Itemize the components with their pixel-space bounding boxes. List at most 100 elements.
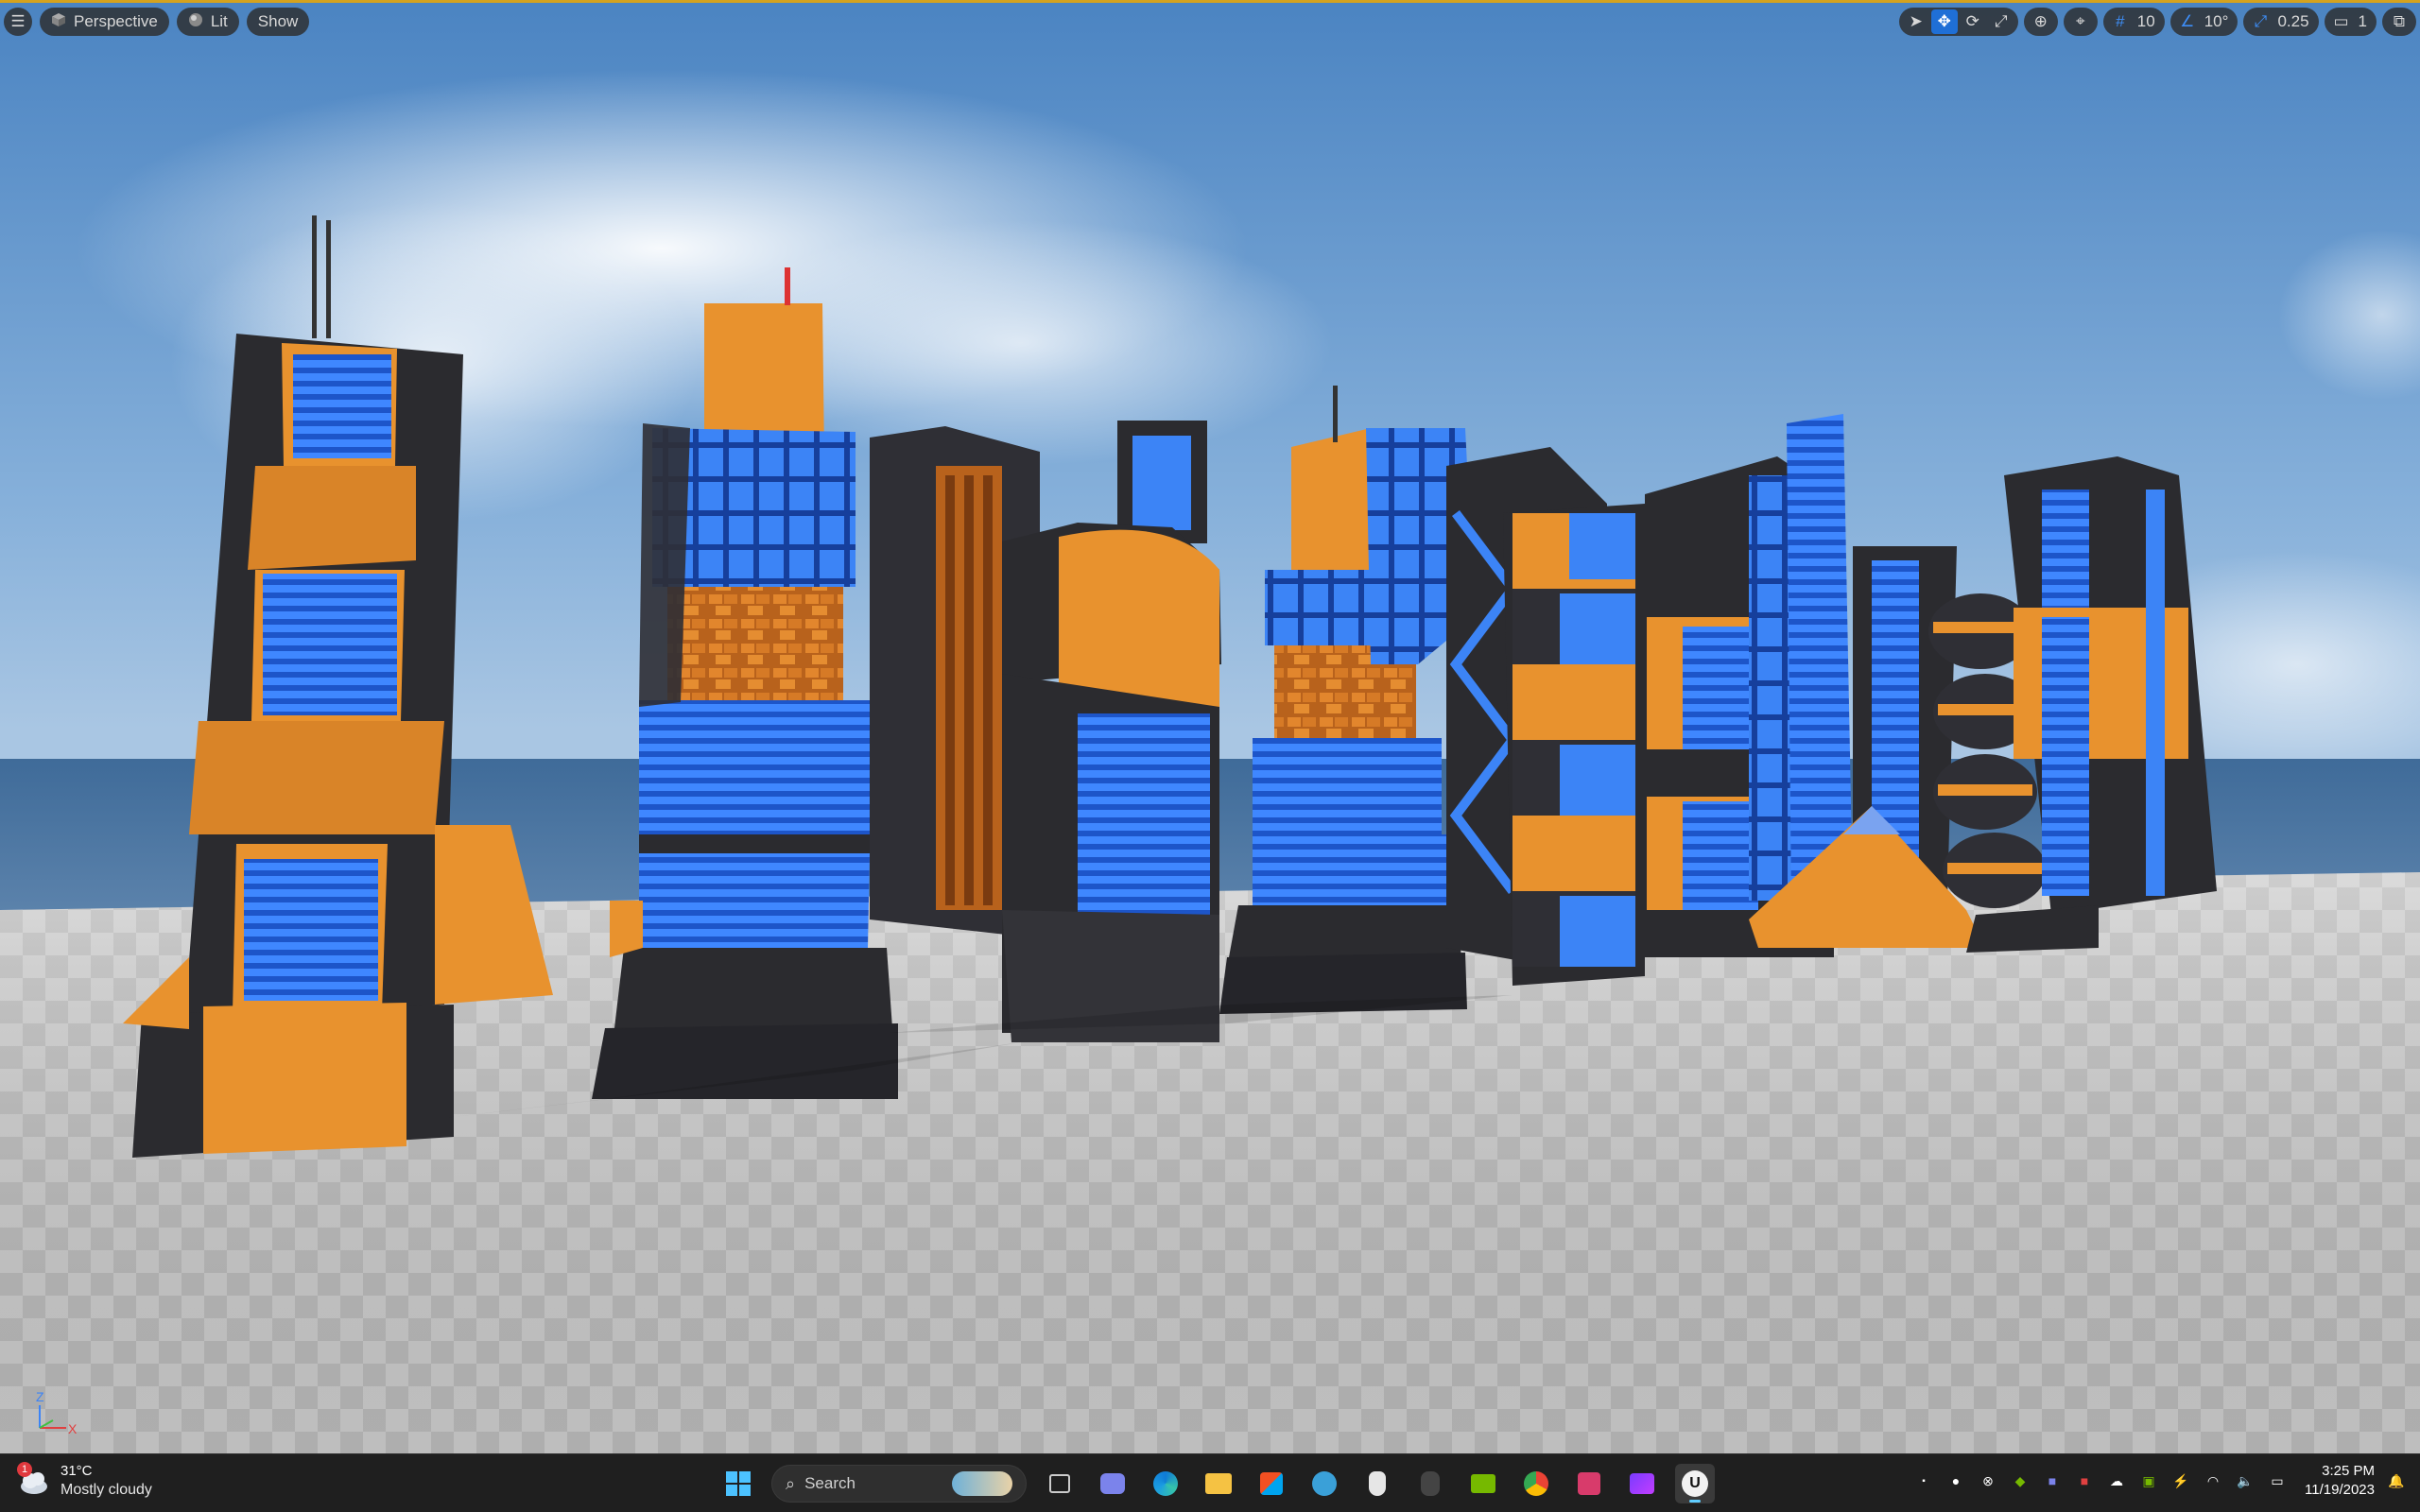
translate-tool-button[interactable]: ✥ [1930, 9, 1958, 34]
camera-speed-button[interactable]: ▭ [2328, 9, 2355, 34]
axis-z-label: Z [36, 1389, 44, 1404]
alienware-button[interactable] [1357, 1464, 1397, 1503]
store-button[interactable] [1252, 1464, 1291, 1503]
unreal-engine-button[interactable]: U [1675, 1464, 1715, 1503]
rotation-snap-group[interactable]: ∠ 10° [2169, 8, 2238, 36]
camera-icon: ▭ [2333, 12, 2349, 30]
maximize-viewport-button[interactable]: ⧉ [2386, 9, 2412, 34]
rotation-snap-value[interactable]: 10° [2203, 12, 2235, 31]
viewport-menu-button[interactable]: ☰ [4, 8, 32, 36]
app-tray-button[interactable] [1305, 1464, 1344, 1503]
transform-tools: ➤ ✥ ⟳ ⤢ [1898, 8, 2018, 36]
security-tray-icon[interactable]: ■ [2074, 1470, 2095, 1491]
alien-icon [1369, 1471, 1386, 1496]
edge-button[interactable] [1146, 1464, 1185, 1503]
show-label: Show [257, 12, 299, 30]
globe-app-icon [1312, 1471, 1337, 1496]
move-icon: ✥ [1937, 12, 1951, 30]
search-placeholder: Search [804, 1474, 856, 1492]
search-icon: ⌕ [786, 1473, 796, 1493]
world-space-button[interactable]: ⊕ [2028, 9, 2054, 34]
task-view-icon [1049, 1474, 1070, 1493]
folder-icon [1205, 1473, 1232, 1494]
windows-logo-icon [726, 1471, 751, 1496]
angle-icon: ∠ [2180, 12, 2195, 30]
edge-icon [1153, 1471, 1178, 1496]
wifi-icon[interactable]: ◠ [2203, 1470, 2223, 1491]
network-tray-icon[interactable]: ⚡ [2170, 1470, 2191, 1491]
surface-snap-button[interactable]: ⌖ [2067, 9, 2094, 34]
onedrive-tray-icon[interactable]: ☁ [2106, 1470, 2127, 1491]
lit-button[interactable]: Lit [176, 8, 239, 36]
file-explorer-button[interactable] [1199, 1464, 1238, 1503]
cloud-tray-icon[interactable]: ● [1945, 1470, 1966, 1491]
axis-x-label: X [68, 1421, 78, 1436]
cursor-icon: ➤ [1909, 12, 1923, 30]
camera-speed-group[interactable]: ▭ 1 [2324, 8, 2377, 36]
scale-tool-button[interactable]: ⤢ [1988, 9, 2014, 34]
start-button[interactable] [718, 1464, 758, 1503]
chrome-button[interactable] [1516, 1464, 1556, 1503]
scene-render [0, 3, 2420, 1453]
clock[interactable]: 3:25 PM 11/19/2023 [2305, 1462, 2375, 1500]
scale-snap-toggle[interactable]: ⤢ [2247, 9, 2273, 34]
lit-sphere-icon [188, 12, 203, 32]
surface-snap-icon: ⌖ [2076, 12, 2085, 30]
epic-games-tray-icon[interactable]: ▪ [1913, 1470, 1934, 1491]
gpu-tray-icon[interactable]: ◆ [2010, 1470, 2031, 1491]
scale-snap-value[interactable]: 0.25 [2275, 12, 2314, 31]
snipping-tool-button[interactable] [1569, 1464, 1609, 1503]
xbox-tray-icon[interactable]: ⊗ [1978, 1470, 1998, 1491]
level-viewport[interactable]: ☰ Perspective Lit Show ➤ ✥ ⟳ ⤢ ⊕ ⌖ # 10 … [0, 0, 2420, 1453]
nvidia-button[interactable] [1463, 1464, 1503, 1503]
scale-snap-group[interactable]: ⤢ 0.25 [2243, 8, 2319, 36]
perspective-label: Perspective [74, 12, 158, 30]
grid-icon: # [2116, 12, 2125, 30]
scissors-icon [1578, 1472, 1600, 1495]
teams-chat-button[interactable] [1093, 1464, 1132, 1503]
camera-speed-value[interactable]: 1 [2357, 12, 2373, 31]
surface-snap-group: ⌖ [2063, 8, 2098, 36]
clipchamp-button[interactable] [1622, 1464, 1662, 1503]
battery-icon[interactable]: ▭ [2267, 1470, 2288, 1491]
maximize-viewport-group: ⧉ [2382, 8, 2416, 36]
chrome-icon [1524, 1471, 1548, 1496]
teams-tray-icon[interactable]: ■ [2042, 1470, 2063, 1491]
coordinate-space-group: ⊕ [2023, 8, 2058, 36]
rotation-snap-toggle[interactable]: ∠ [2174, 9, 2201, 34]
task-view-button[interactable] [1040, 1464, 1080, 1503]
store-icon [1260, 1472, 1283, 1495]
weather-condition: Mostly cloudy [60, 1482, 152, 1498]
clock-date: 11/19/2023 [2305, 1482, 2375, 1498]
scale-icon: ⤢ [1994, 12, 2008, 30]
grid-snap-toggle[interactable]: # [2107, 9, 2134, 34]
globe-icon: ⊕ [2033, 12, 2048, 30]
select-tool-button[interactable]: ➤ [1903, 9, 1929, 34]
viewport-toolbar-right: ➤ ✥ ⟳ ⤢ ⊕ ⌖ # 10 ∠ 10° ⤢ 0.25 ▭ 1 ⧉ [1898, 7, 2416, 37]
taskbar-search-box[interactable]: ⌕ Search [771, 1465, 1027, 1503]
viewport-toolbar-left: ☰ Perspective Lit Show [4, 7, 310, 37]
search-highlight-image [952, 1471, 1012, 1496]
grid-snap-group[interactable]: # 10 [2102, 8, 2165, 36]
volume-icon[interactable]: 🔈 [2235, 1470, 2256, 1491]
chat-icon [1100, 1473, 1125, 1494]
weather-widget[interactable]: 1 31°C Mostly cloudy [17, 1462, 152, 1500]
weather-badge: 1 [17, 1462, 32, 1477]
unreal-engine-icon: U [1682, 1470, 1708, 1497]
rotate-tool-button[interactable]: ⟳ [1960, 9, 1986, 34]
lit-label: Lit [210, 12, 228, 30]
monitor-tray-icon[interactable]: ▣ [2138, 1470, 2159, 1491]
nvidia-icon [1471, 1474, 1495, 1493]
axis-gizmo: Z X [36, 1389, 78, 1436]
perspective-button[interactable]: Perspective [40, 8, 169, 36]
hamburger-icon: ☰ [10, 12, 26, 30]
app-button-dark[interactable] [1410, 1464, 1450, 1503]
cloud-icon: 1 [17, 1462, 51, 1498]
dark-app-icon [1421, 1471, 1440, 1496]
maximize-icon: ⧉ [2393, 12, 2406, 30]
notification-bell-icon[interactable]: 🔔 [2386, 1470, 2407, 1491]
grid-snap-value[interactable]: 10 [2135, 12, 2161, 31]
taskbar-apps: ⌕ Search U [718, 1464, 1715, 1503]
weather-temperature: 31°C [60, 1463, 93, 1479]
show-button[interactable]: Show [246, 8, 310, 36]
